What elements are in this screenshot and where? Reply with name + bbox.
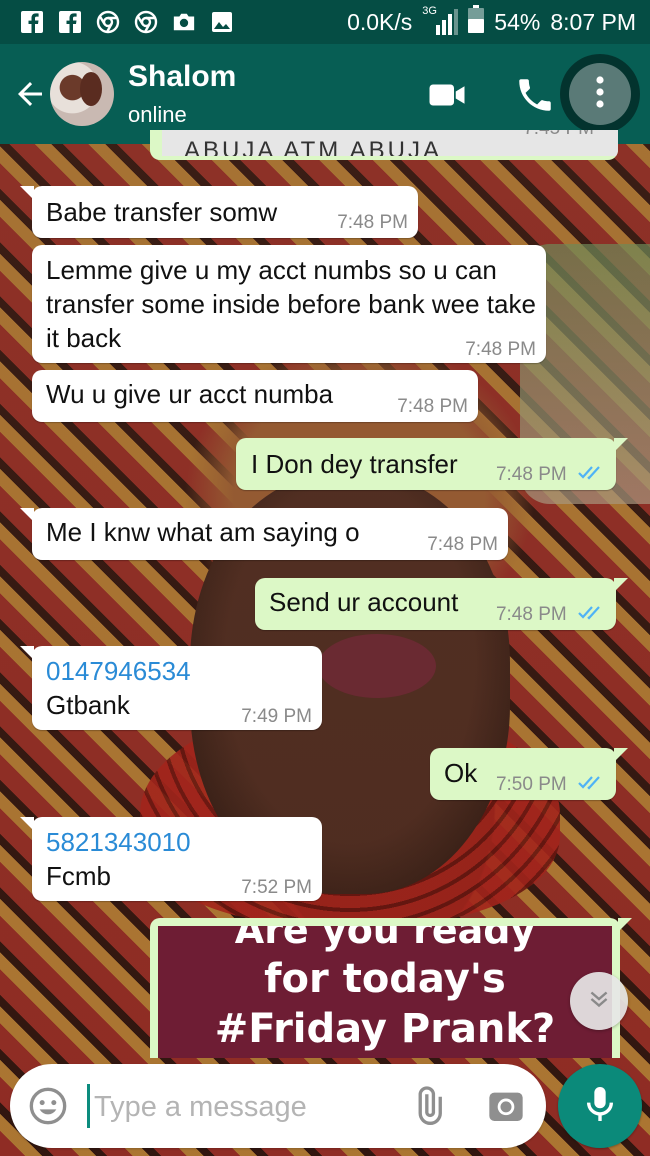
message-bubble-incoming[interactable]: Wu u give ur acct numba 7:48 PM	[32, 370, 478, 422]
more-vertical-icon	[595, 75, 605, 114]
signal-icon: 3G	[422, 5, 459, 37]
chrome-icon	[134, 10, 158, 34]
paperclip-icon[interactable]	[408, 1086, 448, 1126]
image-icon	[210, 10, 234, 34]
message-time: 7:48 PM	[465, 339, 536, 360]
message-bubble-outgoing-image[interactable]: Are you ready for today's #Friday Prank?	[150, 918, 632, 1058]
microphone-icon	[583, 1084, 617, 1129]
message-text: Ok	[444, 758, 478, 788]
message-time: 7:50 PM	[495, 774, 567, 796]
voice-call-icon[interactable]	[514, 74, 556, 116]
battery-icon	[468, 5, 485, 39]
phone-number-link[interactable]: 0147946534	[46, 654, 191, 688]
message-bubble-outgoing[interactable]: Ok 7:50 PM	[430, 748, 628, 802]
scroll-to-bottom-button[interactable]	[570, 972, 628, 1030]
double-check-icon	[578, 598, 604, 632]
emoji-icon[interactable]	[28, 1086, 68, 1126]
message-text: I Don dey transfer	[251, 449, 458, 479]
message-time-status: 7:50 PM	[496, 768, 604, 802]
message-text: Lemme give u my acct numbs so u can tran…	[46, 255, 536, 353]
message-text: Wu u give ur acct numba	[46, 379, 334, 409]
message-time: 7:52 PM	[241, 877, 312, 898]
message-bubble-incoming[interactable]: Me I knw what am saying o 7:48 PM	[20, 508, 508, 560]
message-text: Me I knw what am saying o	[46, 517, 360, 547]
message-time-status: 7:48 PM	[496, 458, 604, 492]
status-bar: 0.0K/s 3G 54% 8:07 PM	[0, 0, 650, 44]
message-bubble-incoming[interactable]: Babe transfer somw 7:48 PM	[20, 186, 418, 238]
contact-name[interactable]: Shalom	[128, 60, 236, 94]
message-text: Send ur account	[269, 587, 459, 617]
clock: 8:07 PM	[550, 8, 636, 35]
message-bubble-incoming[interactable]: Lemme give u my acct numbs so u can tran…	[32, 245, 546, 363]
battery-percent: 54%	[494, 8, 541, 35]
more-options-button[interactable]	[560, 54, 640, 134]
chrome-icon	[96, 10, 120, 34]
image-caption-line: for today's	[264, 956, 506, 1002]
camera-icon[interactable]	[486, 1086, 526, 1126]
message-bubble-incoming[interactable]: 5821343010 Fcmb 7:52 PM	[20, 817, 322, 901]
message-text: Gtbank	[46, 690, 130, 720]
double-chevron-down-icon	[586, 986, 612, 1017]
message-text: Babe transfer somw	[46, 197, 278, 227]
camera-icon	[172, 10, 196, 34]
facebook-icon	[20, 10, 44, 34]
video-call-icon[interactable]	[426, 74, 468, 116]
message-time: 7:48 PM	[427, 534, 498, 555]
message-time-status: 7:48 PM	[496, 598, 604, 632]
phone-number-link[interactable]: 5821343010	[46, 825, 191, 859]
double-check-icon	[578, 768, 604, 802]
voice-message-button[interactable]	[558, 1064, 642, 1148]
image-caption-line: #Friday Prank?	[214, 1006, 556, 1052]
double-check-icon	[578, 458, 604, 492]
back-arrow-icon[interactable]	[12, 76, 48, 112]
facebook-icon	[58, 10, 82, 34]
chat-header: Shalom online	[0, 44, 650, 144]
message-bubble-outgoing[interactable]: I Don dey transfer 7:48 PM	[236, 438, 628, 492]
message-time: 7:48 PM	[495, 464, 567, 486]
message-time: 7:48 PM	[337, 212, 408, 233]
image-caption-line: Are you ready	[234, 926, 536, 952]
message-bubble-incoming[interactable]: 0147946534 Gtbank 7:49 PM	[20, 646, 322, 730]
message-time: 7:49 PM	[241, 706, 312, 727]
message-time: 7:48 PM	[495, 604, 567, 626]
message-bubble-outgoing-clipped[interactable]: ABUJA ATM ABUJA 7:45 PM	[150, 130, 618, 160]
text-cursor	[87, 1084, 90, 1128]
contact-status: online	[128, 102, 187, 127]
message-bubble-outgoing[interactable]: Send ur account 7:48 PM	[255, 578, 628, 632]
message-time: 7:45 PM	[523, 130, 594, 140]
message-time: 7:48 PM	[397, 396, 468, 417]
network-speed: 0.0K/s	[347, 8, 413, 35]
message-composer	[10, 1064, 546, 1148]
message-input[interactable]	[92, 1080, 396, 1134]
message-text: Fcmb	[46, 861, 111, 891]
avatar[interactable]	[50, 62, 114, 126]
image-attachment[interactable]: Are you ready for today's #Friday Prank?	[158, 926, 612, 1058]
